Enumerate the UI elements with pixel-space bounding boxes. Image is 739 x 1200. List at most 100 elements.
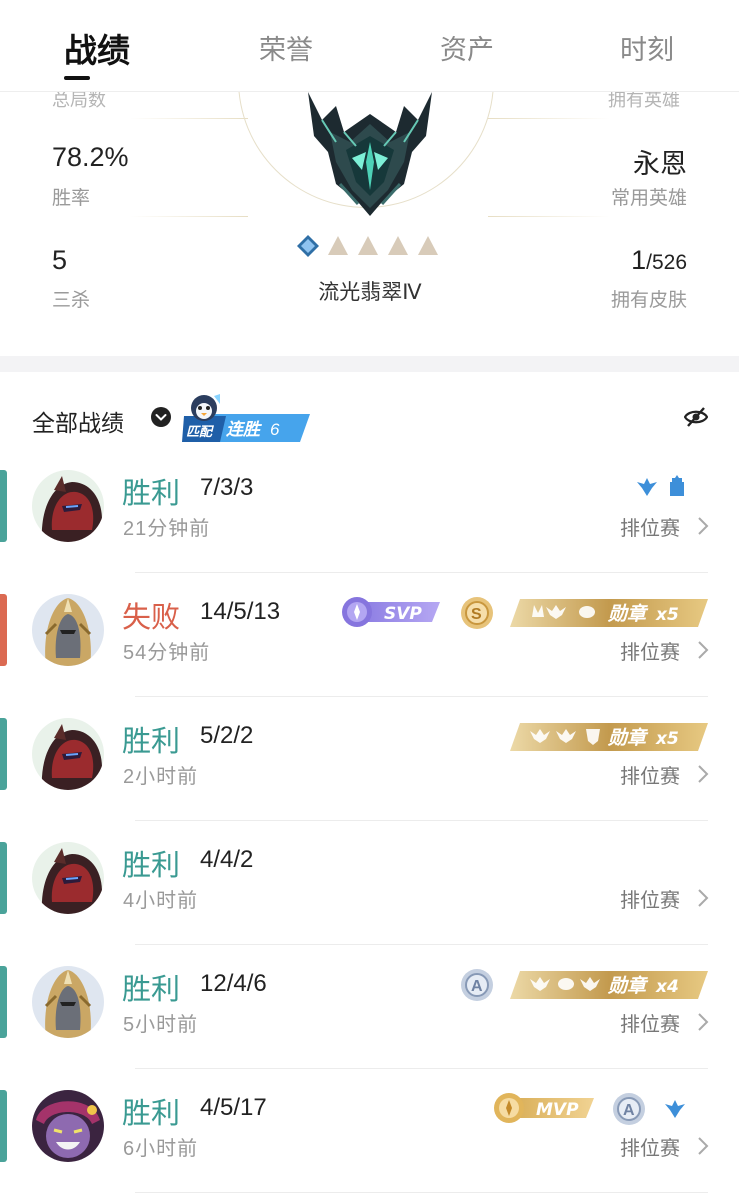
- result-indicator-win: [0, 470, 7, 542]
- match-result: 胜利: [122, 726, 181, 758]
- result-indicator-win: [0, 1090, 7, 1162]
- chevron-right-icon[interactable]: [697, 516, 709, 536]
- rank-emblem-icon[interactable]: [300, 92, 440, 217]
- chevron-right-icon[interactable]: [697, 1012, 709, 1032]
- stat-triple-kill-label: 三杀: [52, 290, 91, 311]
- streak-mode-tag: 匹配: [186, 424, 215, 439]
- divider-line: [488, 216, 610, 217]
- row-divider: [135, 820, 708, 821]
- rank-star-empty-icon: [418, 236, 438, 255]
- match-kda: 4/4/2: [200, 846, 254, 873]
- blue-emblem-icon: [637, 478, 657, 496]
- rank-star-empty-icon: [358, 236, 378, 255]
- medal-count: x4: [655, 977, 679, 997]
- hero-avatar-red-demon: [32, 718, 104, 790]
- hero-avatar-red-demon: [32, 842, 104, 914]
- tab-assets[interactable]: 资产: [440, 28, 494, 67]
- match-row[interactable]: 胜利 12/4/6 5小时前 A 勋章 x4 排位赛: [0, 966, 739, 1090]
- rank-stars: [297, 235, 438, 257]
- a-coin-icon: A: [613, 1093, 645, 1125]
- s-coin-icon: S: [461, 597, 493, 629]
- row-divider: [135, 944, 708, 945]
- medal-label: 勋章: [607, 727, 649, 749]
- tab-moments[interactable]: 时刻: [620, 28, 674, 67]
- rank-star-empty-icon: [328, 236, 348, 255]
- streak-count: 6: [270, 420, 280, 439]
- chevron-right-icon[interactable]: [697, 640, 709, 660]
- stat-main-hero-label: 常用英雄: [610, 188, 687, 209]
- match-result: 胜利: [122, 850, 181, 882]
- match-mode: 排位赛: [620, 1138, 680, 1160]
- match-mode: 排位赛: [620, 766, 680, 788]
- stat-label-total-games: 总局数: [52, 92, 106, 110]
- match-result: 胜利: [122, 974, 181, 1006]
- result-indicator-loss: [0, 594, 7, 666]
- medal-badge: 勋章 x5: [510, 599, 708, 627]
- match-row[interactable]: 胜利 4/5/17 6小时前 MVP A 排位赛: [0, 1090, 739, 1200]
- chevron-right-icon[interactable]: [697, 888, 709, 908]
- match-row[interactable]: 胜利 4/4/2 4小时前 排位赛: [0, 842, 739, 966]
- match-kda: 5/2/2: [200, 722, 254, 749]
- chevron-down-circle-icon[interactable]: [151, 407, 171, 427]
- match-result: 胜利: [122, 478, 181, 510]
- match-mode: 排位赛: [620, 890, 680, 912]
- divider-line: [130, 118, 248, 119]
- medal-label: 勋章: [607, 975, 649, 997]
- svp-badge-text: SVP: [384, 604, 422, 624]
- row-divider: [135, 1068, 708, 1069]
- a-coin-text: A: [623, 1102, 635, 1119]
- rank-star-filled-icon: [297, 235, 319, 257]
- blue-tower-icon: [670, 475, 684, 496]
- hero-avatar-gold-armor: [32, 594, 104, 666]
- stat-label-owned-heroes: 拥有英雄: [608, 92, 680, 110]
- match-row[interactable]: 胜利 7/3/3 21分钟前 排位赛: [0, 470, 739, 594]
- chevron-right-icon[interactable]: [697, 764, 709, 784]
- match-kda: 12/4/6: [200, 970, 267, 997]
- tab-honor[interactable]: 荣誉: [259, 28, 313, 67]
- section-divider: [0, 356, 739, 372]
- medal-count: x5: [655, 729, 679, 749]
- mvp-badge-text: MVP: [536, 1100, 579, 1120]
- medal-label: 勋章: [607, 603, 649, 625]
- active-tab-indicator: [64, 76, 90, 80]
- match-time: 2小时前: [123, 766, 199, 788]
- stat-main-hero-value[interactable]: 永恩: [633, 142, 687, 181]
- match-mode: 排位赛: [620, 518, 680, 540]
- rank-star-empty-icon: [388, 236, 408, 255]
- hero-avatar-gold-armor: [32, 966, 104, 1038]
- match-time: 4小时前: [123, 890, 199, 912]
- hero-avatar-purple-jester: [32, 1090, 104, 1162]
- svp-badge: SVP: [342, 597, 440, 627]
- stat-skins-value[interactable]: 1/526: [631, 245, 687, 276]
- match-time: 54分钟前: [123, 642, 211, 664]
- profile-stats-panel: 总局数 拥有英雄 流光翡翠Ⅳ 78.2% 胜率 5 三杀 永恩 常用英雄 1/5…: [0, 92, 739, 356]
- row-divider: [135, 696, 708, 697]
- stat-skins-total: /526: [646, 251, 687, 274]
- medal-count: x5: [655, 605, 679, 625]
- match-kda: 4/5/17: [200, 1094, 267, 1121]
- divider-line: [488, 118, 610, 119]
- match-filter-label[interactable]: 全部战绩: [32, 404, 124, 438]
- row-divider: [135, 572, 708, 573]
- match-mode: 排位赛: [620, 1014, 680, 1036]
- top-tab-bar: 战绩 荣誉 资产 时刻: [0, 0, 739, 92]
- match-mode: 排位赛: [620, 642, 680, 664]
- match-row[interactable]: 失败 14/5/13 54分钟前 SVP S 勋章 x5 排位赛: [0, 594, 739, 718]
- divider-line: [130, 216, 248, 217]
- stat-skins-label: 拥有皮肤: [610, 290, 687, 311]
- stat-triple-kill-value: 5: [52, 245, 68, 275]
- chevron-right-icon[interactable]: [697, 1136, 709, 1156]
- stat-win-rate-value: 78.2%: [52, 142, 129, 172]
- streak-text: 连胜: [226, 420, 263, 439]
- match-time: 5小时前: [123, 1014, 199, 1036]
- medal-badge: 勋章 x4: [510, 971, 708, 999]
- eye-hidden-icon[interactable]: [684, 406, 708, 428]
- result-indicator-win: [0, 842, 7, 914]
- match-time: 6小时前: [123, 1138, 199, 1160]
- medal-badge: 勋章 x5: [510, 723, 708, 751]
- result-indicator-win: [0, 966, 7, 1038]
- tab-record[interactable]: 战绩: [64, 24, 130, 72]
- match-row[interactable]: 胜利 5/2/2 2小时前 勋章 x5 排位赛: [0, 718, 739, 842]
- match-kda: 7/3/3: [200, 474, 254, 501]
- stat-skins-owned: 1: [631, 245, 647, 275]
